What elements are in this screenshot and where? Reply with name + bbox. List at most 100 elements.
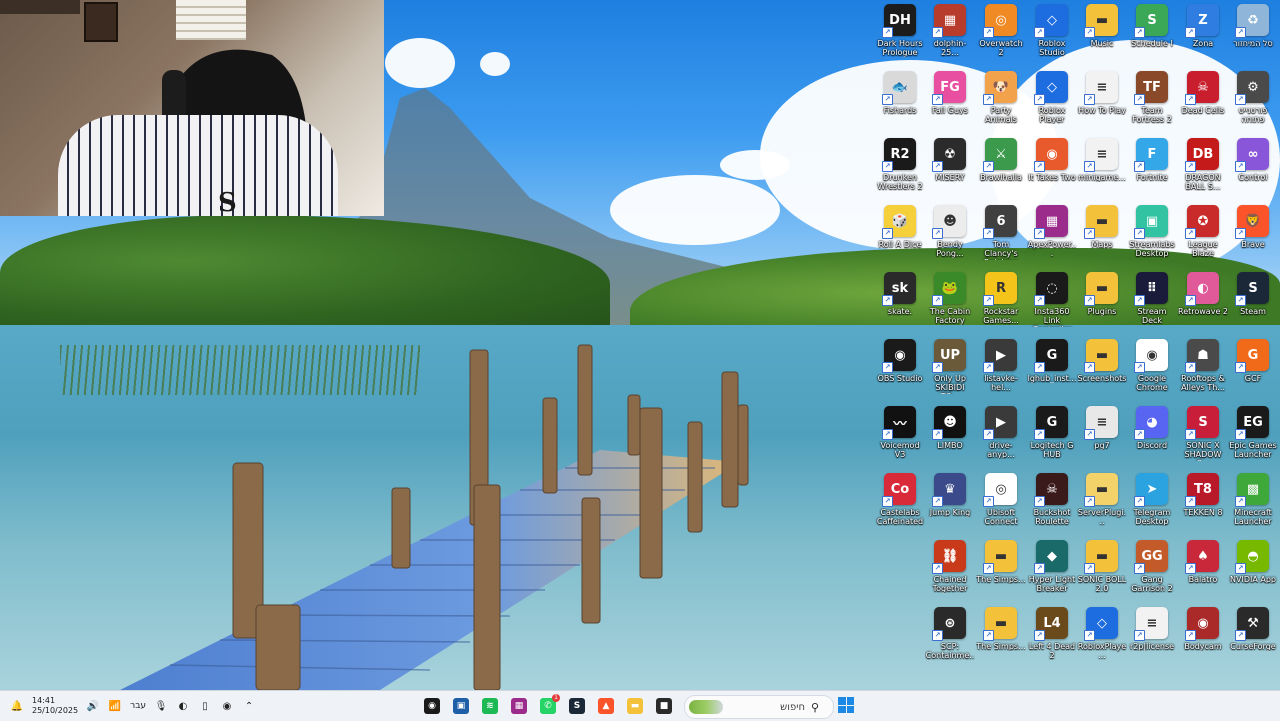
desktop-shortcut[interactable]: ▬ ↗ The Simps... (976, 605, 1026, 671)
spotify-taskbar-button[interactable]: ≋ (478, 694, 502, 718)
chevron-up-icon[interactable]: ⌃ (242, 699, 256, 713)
desktop-shortcut[interactable]: 〰 ↗ Voicemod V3 (875, 404, 925, 470)
desktop-shortcut[interactable]: ☗ ↗ Rooftops & Alleys Th... (1178, 337, 1228, 403)
desktop-shortcut[interactable]: ◇ ↗ RobloxPlaye... (1077, 605, 1127, 671)
desktop-shortcut[interactable]: 🐟 ↗ Fishards (875, 69, 925, 135)
battery-icon[interactable]: ▯ (198, 699, 212, 713)
desktop-shortcut[interactable]: ▩ ↗ Minecraft Launcher (1228, 471, 1278, 537)
desktop-shortcut[interactable]: ♻ ↗ סל המיחזור (1228, 2, 1278, 68)
desktop-shortcut[interactable]: 🎲 ↗ Roll A Dice (875, 203, 925, 269)
desktop-shortcut[interactable]: sk ↗ skate. (875, 270, 925, 336)
desktop-shortcut[interactable]: ▦ ↗ dolphin-25... (925, 2, 975, 68)
desktop-shortcut[interactable]: ≡ ↗ How To Play (1077, 69, 1127, 135)
desktop-shortcut[interactable]: ✪ ↗ League Blaze (1178, 203, 1228, 269)
start-button[interactable] (838, 697, 854, 713)
obs-taskbar-button[interactable]: ◉ (420, 694, 444, 718)
desktop-shortcut[interactable]: ▶ ↗ drive-anyp... (976, 404, 1026, 470)
desktop-shortcut[interactable]: UP↗Only Up SKIBIDI TO... (925, 337, 975, 403)
desktop-shortcut[interactable]: ◎ ↗ Ubisoft Connect (976, 471, 1026, 537)
notification-bell-icon[interactable]: 🔔 (10, 699, 24, 713)
wifi-icon[interactable]: 📶 (108, 699, 122, 713)
desktop-shortcut[interactable]: ☻ ↗ Bendy Pong... (925, 203, 975, 269)
desktop-shortcut[interactable]: R ↗ Rockstar Games... (976, 270, 1026, 336)
desktop-shortcut[interactable]: ◉ ↗ OBS Studio (875, 337, 925, 403)
desktop-shortcut[interactable]: ∞ ↗ Control (1228, 136, 1278, 202)
desktop-shortcut[interactable]: 🐸 ↗ The Cabin Factory (925, 270, 975, 336)
desktop-shortcut[interactable]: F ↗ Fortnite (1127, 136, 1177, 202)
microphone-icon[interactable]: 🎙 (154, 699, 168, 713)
desktop-shortcut[interactable]: S ↗ Steam (1228, 270, 1278, 336)
shortcut-arrow-icon: ↗ (983, 429, 994, 440)
desktop-shortcut[interactable]: ▬ ↗ SONIC BOLL 2.0 (1077, 538, 1127, 604)
app-taskbar-button[interactable]: ■ (652, 694, 676, 718)
desktop-shortcut[interactable]: ◉ ↗ It Takes Two (1027, 136, 1077, 202)
desktop-shortcut[interactable]: ◌↗Insta360 Link Controller (1027, 270, 1077, 336)
desktop-shortcut[interactable]: ◆ ↗ Hyper Light Breaker (1027, 538, 1077, 604)
whatsapp-taskbar-button[interactable]: ✆ 1 (536, 694, 560, 718)
winrar-taskbar-button[interactable]: ▦ (507, 694, 531, 718)
desktop-shortcut[interactable]: ☻ ↗ LIMBO (925, 404, 975, 470)
desktop-shortcut[interactable]: 6↗Tom Clancy's Rainbow Six... (976, 203, 1026, 269)
desktop-shortcut[interactable]: ➤ ↗ Telegram Desktop (1127, 471, 1177, 537)
desktop-shortcut[interactable]: R2 ↗ Drunken Wrestlers 2 (875, 136, 925, 202)
desktop-shortcut[interactable]: ⚙ ↗ פורטנייט פתוחה (1228, 69, 1278, 135)
desktop-shortcut[interactable]: ▬ ↗ The Simps... (976, 538, 1026, 604)
desktop-shortcut[interactable]: ▦ ↗ ApexPower... (1027, 203, 1077, 269)
desktop-shortcut[interactable]: FG ↗ Fall Guys (925, 69, 975, 135)
desktop-shortcut[interactable]: ▬ ↗ ServerPlugi... (1077, 471, 1127, 537)
desktop-shortcut[interactable]: ◐ ↗ Retrowave 2 (1178, 270, 1228, 336)
desktop-shortcut[interactable]: G ↗ GCF (1228, 337, 1278, 403)
steam-taskbar-button[interactable]: S (565, 694, 589, 718)
explorer-taskbar-button[interactable]: ▬ (623, 694, 647, 718)
desktop-shortcut[interactable]: L4 ↗ Left 4 Dead 2 (1027, 605, 1077, 671)
desktop-shortcut[interactable]: S↗SONIC X SHADOW G... (1178, 404, 1228, 470)
desktop-shortcut[interactable]: ◉ ↗ Bodycam (1178, 605, 1228, 671)
desktop-shortcut[interactable]: Z ↗ Zona (1178, 2, 1228, 68)
desktop-shortcut[interactable]: ⠿ ↗ Stream Deck (1127, 270, 1177, 336)
desktop-shortcut[interactable]: ▬ ↗ Plugins (1077, 270, 1127, 336)
desktop-shortcut[interactable]: 🦁 ↗ Brave (1228, 203, 1278, 269)
desktop-shortcut[interactable]: ⛓ ↗ Chained Together (925, 538, 975, 604)
desktop-shortcut[interactable]: ◉ ↗ Google Chrome (1127, 337, 1177, 403)
desktop-shortcut[interactable]: ≡ ↗ r2p|license (1127, 605, 1177, 671)
desktop-shortcut[interactable]: G ↗ lghub_inst... (1027, 337, 1077, 403)
desktop-shortcut[interactable]: ☠ ↗ Dead Cells (1178, 69, 1228, 135)
desktop-shortcut[interactable]: ▬ ↗ Maps (1077, 203, 1127, 269)
desktop-shortcut[interactable]: ⚒ ↗ CurseForge (1228, 605, 1278, 671)
desktop-shortcut[interactable]: ▣ ↗ Streamlabs Desktop (1127, 203, 1177, 269)
desktop-shortcut[interactable]: Co ↗ Castelabs Caffeinated (875, 471, 925, 537)
desktop-shortcut[interactable]: ▬ ↗ Screenshots (1077, 337, 1127, 403)
desktop-shortcut[interactable]: EG ↗ Epic Games Launcher (1228, 404, 1278, 470)
desktop-shortcut[interactable]: ≡ ↗ pg7 (1077, 404, 1127, 470)
desktop-shortcut[interactable]: DH ↗ Dark Hours Prologue (875, 2, 925, 68)
desktop-shortcut[interactable]: ◎ ↗ Overwatch 2 (976, 2, 1026, 68)
desktop-shortcut[interactable]: ◇ ↗ Roblox Studio (1027, 2, 1077, 68)
language-indicator[interactable]: עבר (130, 701, 146, 711)
steam-tray-icon[interactable]: ◉ (220, 699, 234, 713)
desktop-shortcut[interactable]: DB ↗ DRAGON BALL S... (1178, 136, 1228, 202)
desktop-shortcut[interactable]: ⊛↗SCP: Containme... (925, 605, 975, 671)
desktop-shortcut[interactable]: ☢ ↗ MISERY (925, 136, 975, 202)
desktop-shortcut[interactable]: ▶ ↗ listavke-hel... (976, 337, 1026, 403)
clock[interactable]: 14:41 25/10/2025 (32, 696, 78, 716)
desktop-shortcut[interactable]: T8 ↗ TEKKEN 8 (1178, 471, 1228, 537)
tray-app-icon[interactable]: ◐ (176, 699, 190, 713)
desktop-shortcut[interactable]: ≡ ↗ minigame... (1077, 136, 1127, 202)
desktop-shortcut[interactable]: ◕ ↗ Discord (1127, 404, 1177, 470)
volume-icon[interactable]: 🔊 (86, 699, 100, 713)
desktop-shortcut[interactable]: GG ↗ Gang Garrison 2 (1127, 538, 1177, 604)
desktop-shortcut[interactable]: S ↗ Schedule I (1127, 2, 1177, 68)
search-box[interactable]: חיפוש ⚲ (684, 695, 834, 719)
desktop-shortcut[interactable]: 🐶 ↗ Party Animals (976, 69, 1026, 135)
desktop-shortcut[interactable]: G ↗ Logitech G HUB (1027, 404, 1077, 470)
desktop-shortcut[interactable]: TF ↗ Team Fortress 2 (1127, 69, 1177, 135)
desktop-shortcut[interactable]: ♠ ↗ Balatro (1178, 538, 1228, 604)
brave-taskbar-button[interactable]: ▲ (594, 694, 618, 718)
desktop-shortcut[interactable]: ☠ ↗ Buckshot Roulette (1027, 471, 1077, 537)
desktop-shortcut[interactable]: ⚔ ↗ Brawlhalla (976, 136, 1026, 202)
desktop-shortcut[interactable]: ◇ ↗ Roblox Player (1027, 69, 1077, 135)
desktop-shortcut[interactable]: ♛ ↗ Jump King (925, 471, 975, 537)
desktop-shortcut[interactable]: ◓ ↗ NVIDIA App (1228, 538, 1278, 604)
desktop-shortcut[interactable]: ▬ ↗ Music (1077, 2, 1127, 68)
terminal-taskbar-button[interactable]: ▣ (449, 694, 473, 718)
